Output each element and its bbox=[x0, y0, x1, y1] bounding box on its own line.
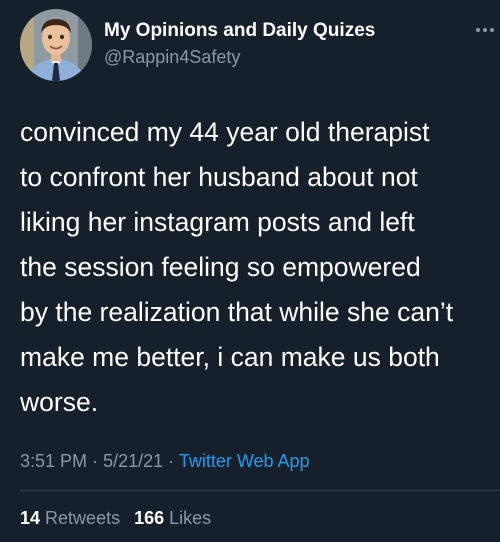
tweet-time[interactable]: 3:51 PM bbox=[20, 451, 87, 471]
avatar[interactable] bbox=[20, 9, 92, 81]
tweet-source-link[interactable]: Twitter Web App bbox=[179, 451, 310, 471]
author-handle[interactable]: @Rappin4Safety bbox=[104, 47, 240, 68]
tweet-text: convinced my 44 year old therapist to co… bbox=[20, 117, 454, 417]
likes-count: 166 bbox=[134, 508, 165, 528]
tweet-stats: 14 Retweets 166 Likes bbox=[20, 508, 211, 529]
likes-stat[interactable]: 166 Likes bbox=[134, 508, 211, 528]
author-display-name[interactable]: My Opinions and Daily Quizes bbox=[104, 20, 375, 42]
retweets-count: 14 bbox=[20, 508, 41, 528]
meta-separator: · bbox=[168, 451, 175, 471]
tweet-metadata: 3:51 PM · 5/21/21 · Twitter Web App bbox=[20, 451, 310, 472]
retweets-label: Retweets bbox=[45, 508, 121, 528]
tweet-header: My Opinions and Daily Quizes @Rappin4Saf… bbox=[0, 0, 500, 90]
tweet-date[interactable]: 5/21/21 bbox=[103, 451, 163, 471]
likes-label: Likes bbox=[169, 508, 212, 528]
more-options-icon[interactable] bbox=[474, 22, 496, 32]
meta-separator: · bbox=[92, 451, 99, 471]
retweets-stat[interactable]: 14 Retweets bbox=[20, 508, 120, 528]
divider bbox=[20, 490, 500, 491]
